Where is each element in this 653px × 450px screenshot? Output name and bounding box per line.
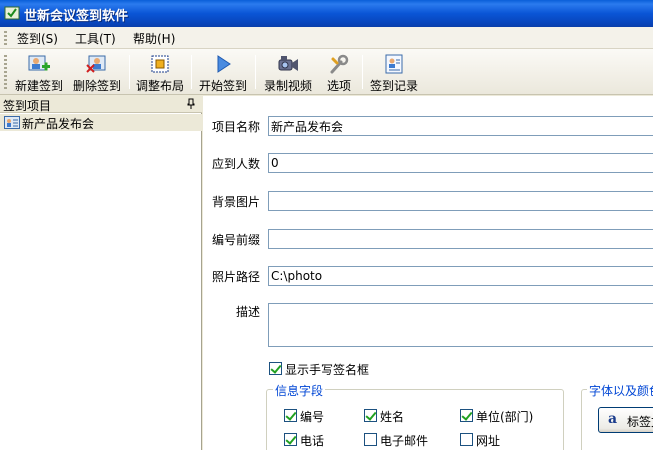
field-department-checkbox[interactable] xyxy=(460,409,473,422)
toolbar-separator xyxy=(129,55,130,89)
delete-checkin-icon xyxy=(86,55,106,73)
app-icon xyxy=(4,6,20,20)
delete-checkin-label: 删除签到 xyxy=(72,79,121,93)
show-signature-label: 显示手写签名框 xyxy=(285,363,370,377)
start-checkin-button[interactable]: 开始签到 xyxy=(197,53,249,93)
toolbar-separator xyxy=(191,55,192,89)
panel-header: 签到项目 xyxy=(0,96,202,113)
records-icon xyxy=(385,54,403,74)
project-name-input[interactable] xyxy=(268,116,653,136)
photo-path-input[interactable] xyxy=(268,266,653,286)
font-color-title: 字体以及颜色 xyxy=(587,382,653,399)
layout-icon xyxy=(151,55,169,73)
field-email-label: 电子邮件 xyxy=(380,434,429,448)
checkin-records-label: 签到记录 xyxy=(369,79,418,93)
panel-header-title: 签到项目 xyxy=(3,99,52,113)
menu-bar: 签到(S) 工具(T) 帮助(H) xyxy=(0,27,653,49)
field-number-label: 编号 xyxy=(300,410,325,424)
font-icon: a xyxy=(608,411,618,427)
field-website-checkbox[interactable] xyxy=(460,433,473,446)
label-text-style-button[interactable]: a 标签文字 xyxy=(598,407,653,433)
description-label: 描述 xyxy=(236,305,261,319)
new-checkin-button[interactable]: 新建签到 xyxy=(13,53,65,93)
new-checkin-label: 新建签到 xyxy=(14,79,63,93)
menu-checkin[interactable]: 签到(S) xyxy=(14,30,61,47)
show-signature-checkbox[interactable] xyxy=(269,362,282,375)
field-phone-label: 电话 xyxy=(300,434,325,448)
project-settings-form: 项目名称 应到人数 背景图片 编号前缀 照片路径 描述 显示手写签名框 信息字段… xyxy=(203,96,653,450)
record-video-button[interactable]: 录制视频 xyxy=(261,53,315,93)
number-prefix-input[interactable] xyxy=(268,229,653,249)
info-fields-title: 信息字段 xyxy=(273,382,326,399)
checkin-records-button[interactable]: 签到记录 xyxy=(368,53,420,93)
field-number-checkbox[interactable] xyxy=(284,409,297,422)
wrench-icon xyxy=(330,54,349,74)
number-prefix-label: 编号前缀 xyxy=(212,233,261,247)
toolbar: 新建签到 删除签到 调整布局 开始签到 录制视频 选项 签到记录 xyxy=(0,49,653,95)
field-email-checkbox[interactable] xyxy=(364,433,377,446)
options-button[interactable]: 选项 xyxy=(322,53,356,93)
label-text-style-label: 标签文字 xyxy=(627,415,653,429)
field-name-checkbox[interactable] xyxy=(364,409,377,422)
expected-count-label: 应到人数 xyxy=(212,157,261,171)
field-name-label: 姓名 xyxy=(380,410,405,424)
project-item-label: 新产品发布会 xyxy=(22,117,95,131)
menu-tools[interactable]: 工具(T) xyxy=(72,30,119,47)
project-icon xyxy=(4,116,20,129)
menu-help[interactable]: 帮助(H) xyxy=(130,30,178,47)
adjust-layout-label: 调整布局 xyxy=(135,79,184,93)
background-image-input[interactable] xyxy=(268,191,653,211)
expected-count-input[interactable] xyxy=(268,153,653,173)
field-phone-checkbox[interactable] xyxy=(284,433,297,446)
record-video-label: 录制视频 xyxy=(263,79,312,93)
window-title: 世新会议签到软件 xyxy=(24,9,129,24)
field-department-label: 单位(部门) xyxy=(476,410,534,424)
toolbar-separator xyxy=(255,55,256,89)
title-bar: 世新会议签到软件 xyxy=(0,0,653,27)
field-website-label: 网址 xyxy=(476,434,501,448)
toolbar-separator xyxy=(362,55,363,89)
new-checkin-icon xyxy=(28,55,50,71)
adjust-layout-button[interactable]: 调整布局 xyxy=(134,53,186,93)
menu-grip xyxy=(4,31,7,45)
project-item[interactable]: 新产品发布会 xyxy=(0,114,202,131)
background-image-label: 背景图片 xyxy=(212,195,261,209)
delete-checkin-button[interactable]: 删除签到 xyxy=(71,53,123,93)
camera-icon xyxy=(278,56,298,71)
options-label: 选项 xyxy=(326,79,351,93)
project-panel: 签到项目 新产品发布会 xyxy=(0,96,202,450)
start-checkin-label: 开始签到 xyxy=(198,79,247,93)
pin-icon[interactable] xyxy=(186,98,196,110)
photo-path-label: 照片路径 xyxy=(212,270,261,284)
description-textarea[interactable] xyxy=(268,303,653,347)
play-icon xyxy=(217,55,231,73)
toolbar-grip xyxy=(4,55,7,89)
project-name-label: 项目名称 xyxy=(212,120,261,134)
